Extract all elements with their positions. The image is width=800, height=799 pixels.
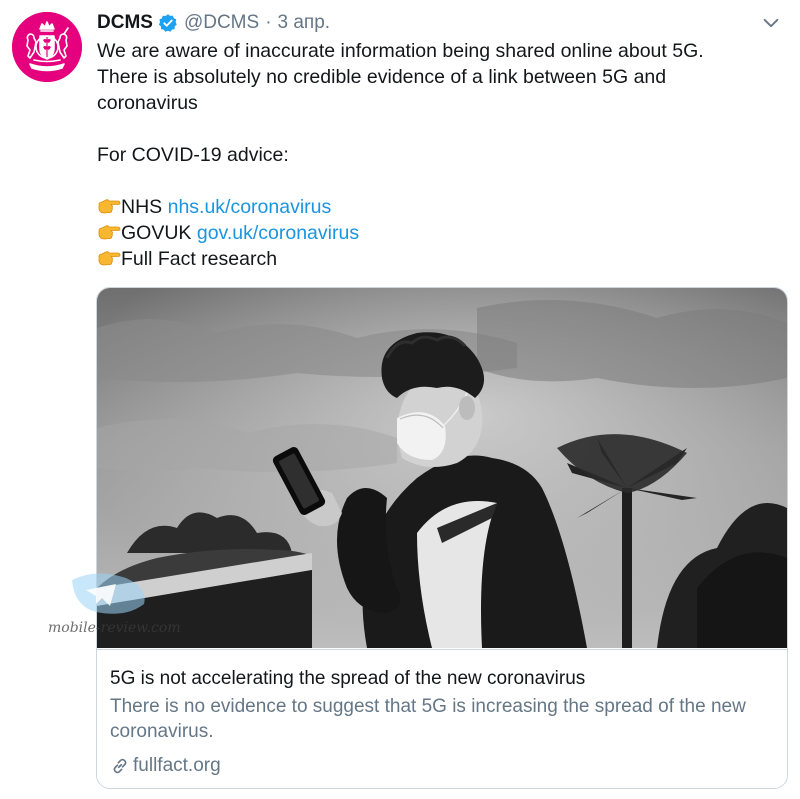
card-title: 5G is not accelerating the spread of the… <box>110 668 586 689</box>
card-domain: fullfact.org <box>110 753 221 779</box>
card-domain-text: fullfact.org <box>133 755 221 776</box>
link-preview-card[interactable]: 5G is not accelerating the spread of the… <box>96 287 788 789</box>
tweet-date[interactable]: 3 апр. <box>278 12 331 34</box>
user-handle[interactable]: @DCMS <box>184 12 259 34</box>
tweet: DCMS @DCMS · 3 апр. We are aware of inac… <box>0 0 800 799</box>
resource-label: NHS <box>121 196 163 218</box>
card-photo <box>97 288 787 648</box>
card-image[interactable] <box>97 288 787 648</box>
resource-govuk: GOVUK gov.uk/coronavirus <box>97 220 787 246</box>
advice-heading: For COVID-19 advice: <box>97 144 289 166</box>
chevron-down-icon[interactable] <box>760 12 782 34</box>
profile-avatar[interactable] <box>12 12 82 82</box>
backhand-index-pointing-right-icon <box>98 199 121 214</box>
royal-crest-icon <box>12 12 82 82</box>
tweet-header: DCMS @DCMS · 3 апр. <box>97 10 330 36</box>
resource-label: GOVUK <box>121 222 192 244</box>
card-description: There is no evidence to suggest that 5G … <box>110 696 746 742</box>
text-line: coronavirus <box>97 92 198 114</box>
backhand-index-pointing-right-icon <box>98 251 121 266</box>
text-line: There is absolutely no credible evidence… <box>97 66 667 88</box>
resource-nhs: NHS nhs.uk/coronavirus <box>97 194 787 220</box>
tweet-text: We are aware of inaccurate information b… <box>97 38 787 272</box>
nhs-link[interactable]: nhs.uk/coronavirus <box>168 196 332 218</box>
card-info[interactable]: 5G is not accelerating the spread of the… <box>97 649 787 788</box>
verified-badge-icon <box>158 14 177 32</box>
resource-fullfact: Full Fact research <box>97 246 787 272</box>
separator-dot: · <box>265 12 272 33</box>
resource-label: Full Fact research <box>121 248 278 270</box>
link-icon <box>113 758 127 774</box>
backhand-index-pointing-right-icon <box>98 225 121 240</box>
display-name[interactable]: DCMS <box>97 12 153 34</box>
text-line: We are aware of inaccurate information b… <box>97 40 704 62</box>
govuk-link[interactable]: gov.uk/coronavirus <box>197 222 359 244</box>
